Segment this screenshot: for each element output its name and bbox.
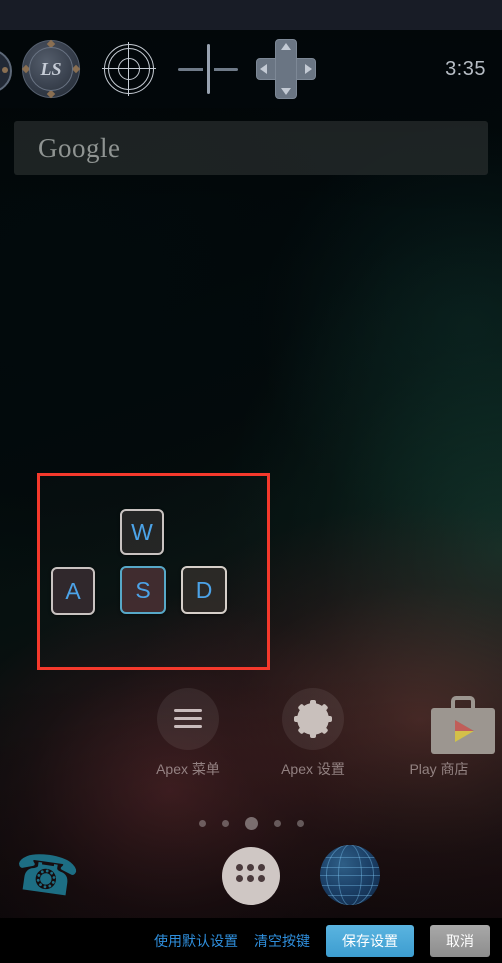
phone-icon[interactable]: ☎: [10, 842, 86, 910]
left-stick-label: LS: [40, 58, 62, 79]
key-button-w[interactable]: W: [120, 509, 164, 555]
page-dot[interactable]: [273, 820, 281, 827]
page-dot[interactable]: [296, 820, 304, 827]
aim-target-icon[interactable]: [102, 42, 156, 96]
google-search-widget[interactable]: Google: [14, 121, 488, 175]
status-clock: 3:35: [445, 57, 486, 80]
key-label-s: S: [135, 576, 151, 603]
keymap-action-bar: 使用默认设置 清空按键 保存设置 取消: [0, 918, 502, 963]
gear-icon: [282, 688, 344, 750]
crosshair-icon[interactable]: [178, 42, 238, 96]
key-label-w: W: [131, 518, 153, 545]
cancel-button[interactable]: 取消: [430, 924, 490, 957]
clear-keys-link[interactable]: 清空按键: [254, 931, 310, 951]
key-label-d: D: [195, 576, 213, 603]
app-icon-apex-menu[interactable]: Apex 菜单: [133, 688, 243, 779]
app-label-apex-menu: Apex 菜单: [156, 761, 220, 777]
page-dot[interactable]: [198, 820, 206, 827]
key-button-d[interactable]: D: [181, 566, 227, 614]
left-stick-icon[interactable]: LS: [21, 39, 81, 99]
page-dot-active[interactable]: [244, 817, 258, 830]
key-button-a[interactable]: A: [51, 567, 95, 615]
home-app-row: Apex 菜单 Apex 设置 Play 商店: [0, 688, 502, 786]
globe-icon[interactable]: [320, 845, 380, 905]
use-default-settings-link[interactable]: 使用默认设置: [154, 931, 238, 951]
emulator-screen: LS 3:35 Google W A S D Apex 菜单 Apex 设置 P…: [0, 0, 502, 963]
app-icon-apex-settings[interactable]: Apex 设置: [258, 688, 368, 779]
google-logo: Google: [38, 132, 121, 163]
app-drawer-icon[interactable]: [222, 847, 280, 905]
hamburger-icon: [157, 688, 219, 750]
app-label-apex-settings: Apex 设置: [281, 761, 345, 777]
game-controls-toolbar: LS 3:35: [0, 30, 502, 108]
dpad-icon[interactable]: [256, 39, 316, 99]
play-store-icon: [408, 688, 495, 754]
app-label-play-store: Play 商店: [409, 761, 469, 777]
status-bar: [0, 0, 502, 30]
app-icon-play-store[interactable]: Play 商店: [384, 688, 495, 779]
save-settings-button[interactable]: 保存设置: [326, 924, 414, 957]
key-label-a: A: [65, 577, 81, 604]
key-button-s[interactable]: S: [120, 566, 166, 614]
joystick-partial-icon[interactable]: [0, 41, 12, 97]
page-indicator: [0, 817, 502, 830]
page-dot[interactable]: [221, 820, 229, 827]
